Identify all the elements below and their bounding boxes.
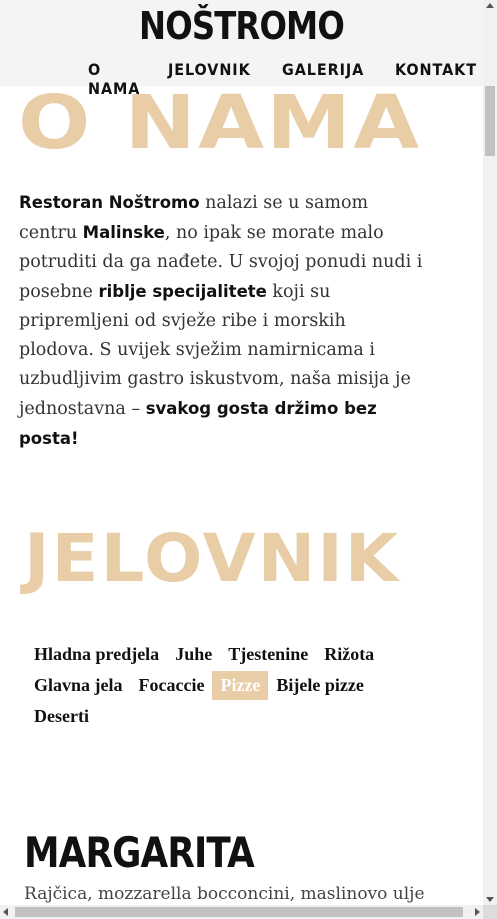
scroll-down-arrow-icon[interactable] [486, 897, 494, 902]
site-header: NOŠTROMO O NAMA JELOVNIK GALERIJA KONTAK… [0, 0, 483, 98]
tab-bijele-pizze[interactable]: Bijele pizze [268, 671, 371, 700]
dish-description: Rajčica, mozzarella bocconcini, maslinov… [24, 884, 425, 904]
menu-category-tabs: Hladna predjela Juhe Tjestenine Rižota G… [26, 640, 426, 731]
vertical-scrollbar[interactable] [483, 0, 497, 905]
site-logo[interactable]: NOŠTROMO [36, 4, 447, 48]
tab-rizota[interactable]: Rižota [316, 640, 382, 669]
scrollbar-corner [483, 905, 497, 919]
about-text-bold: Restoran Noštromo [19, 193, 200, 212]
section-title-menu: JELOVNIK [24, 520, 401, 597]
tab-deserti[interactable]: Deserti [26, 702, 97, 731]
about-paragraph: Restoran Noštromo nalazi se u samom cent… [19, 188, 424, 454]
nav-link-kontakt[interactable]: KONTAKT [395, 60, 477, 98]
vertical-scroll-thumb[interactable] [485, 86, 495, 156]
tab-glavna-jela[interactable]: Glavna jela [26, 671, 131, 700]
tab-tjestenine[interactable]: Tjestenine [220, 640, 316, 669]
tab-hladna-predjela[interactable]: Hladna predjela [26, 640, 167, 669]
tab-juhe[interactable]: Juhe [167, 640, 220, 669]
main-nav: O NAMA JELOVNIK GALERIJA KONTAKT [88, 60, 486, 98]
tab-focaccie[interactable]: Focaccie [131, 671, 213, 700]
nav-link-galerija[interactable]: GALERIJA [282, 60, 364, 98]
horizontal-scroll-thumb[interactable] [15, 907, 463, 917]
scroll-right-arrow-icon[interactable] [475, 908, 480, 916]
scroll-up-arrow-icon[interactable] [486, 3, 494, 8]
nav-link-o-nama[interactable]: O NAMA [88, 60, 140, 98]
tab-pizze[interactable]: Pizze [212, 671, 269, 700]
horizontal-scrollbar[interactable] [0, 905, 483, 919]
scroll-left-arrow-icon[interactable] [3, 908, 8, 916]
about-text-bold: riblje specijalitete [98, 282, 267, 301]
nav-link-jelovnik[interactable]: JELOVNIK [168, 60, 251, 98]
dish-name: MARGARITA [24, 828, 255, 877]
about-text-bold: Malinske [82, 223, 165, 242]
